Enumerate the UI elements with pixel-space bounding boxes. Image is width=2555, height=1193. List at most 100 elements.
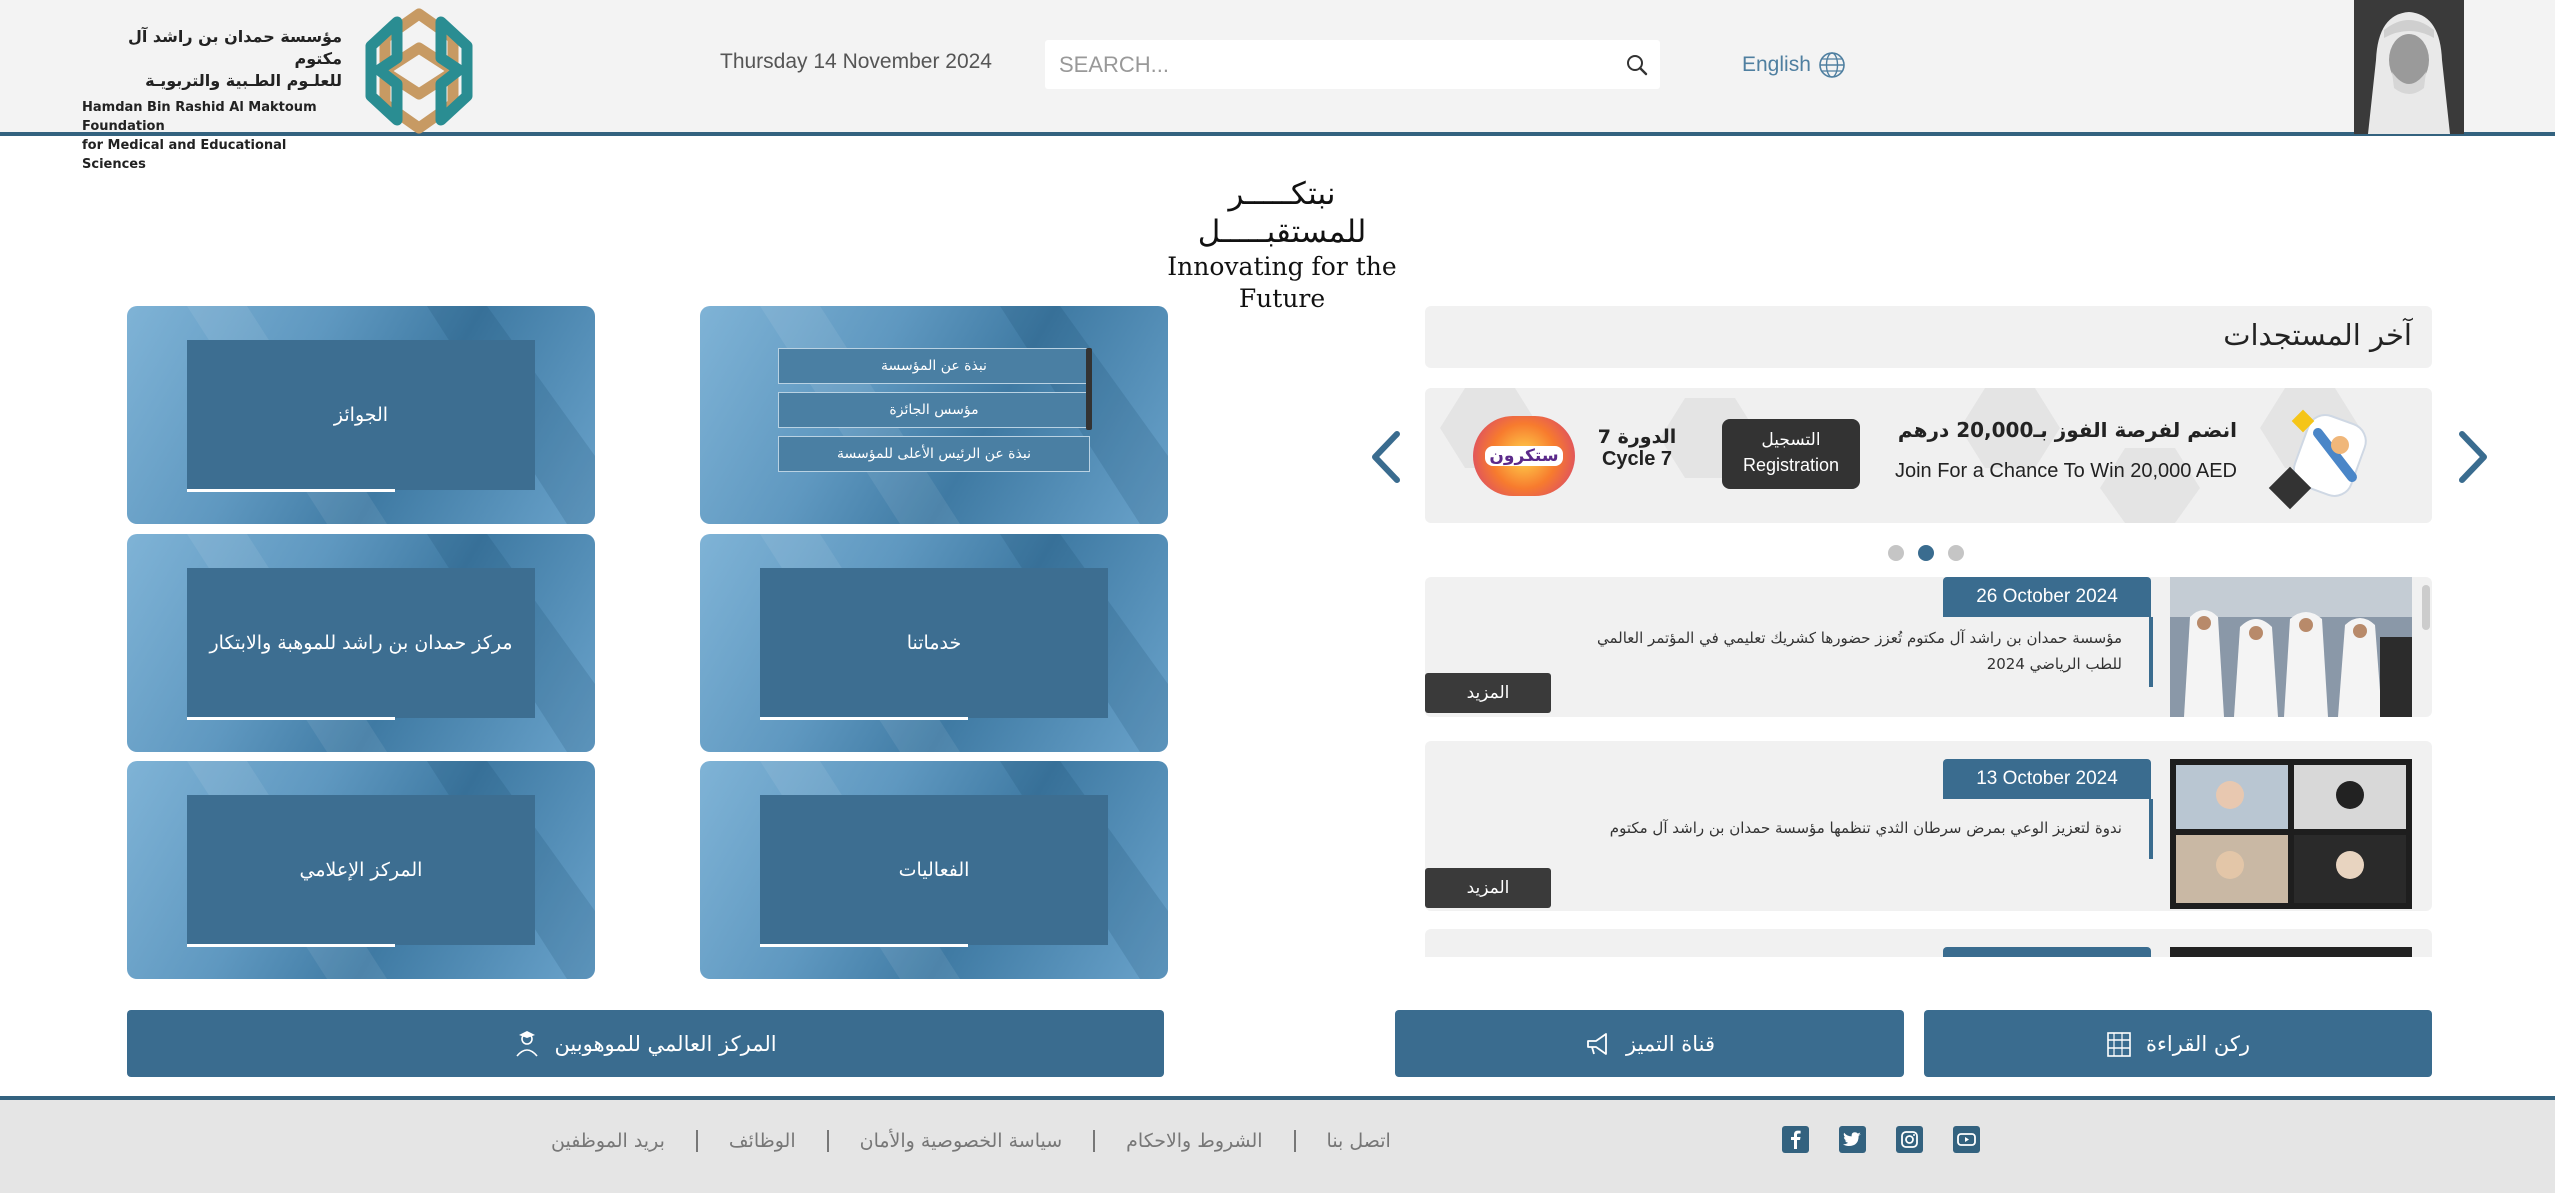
banner-headline-ar: انضم لفرصة الفوز بـ20,000 درهم bbox=[1897, 418, 2237, 442]
carousel-dot[interactable] bbox=[1888, 545, 1904, 561]
tile-talent-panel: مركز حمدان بن راشد للموهبة والابتكار bbox=[187, 568, 535, 720]
news-section-title: آخر المستجدات bbox=[2223, 318, 2412, 352]
footer-link-contact[interactable]: اتصل بنا bbox=[1293, 1130, 1422, 1152]
tile-talent-center[interactable]: مركز حمدان بن راشد للموهبة والابتكار bbox=[127, 534, 595, 752]
language-label: English bbox=[1742, 53, 1811, 76]
footer-link-jobs[interactable]: الوظائف bbox=[695, 1130, 827, 1152]
tile-media-center[interactable]: المركز الإعلامي bbox=[127, 761, 595, 979]
submenu-scrollbar[interactable] bbox=[1086, 348, 1092, 430]
youtube-icon[interactable] bbox=[1953, 1126, 1980, 1153]
news-date-partial bbox=[1943, 947, 2151, 957]
news-date: 26 October 2024 bbox=[1943, 577, 2151, 617]
tile-services[interactable]: خدماتنا bbox=[700, 534, 1168, 752]
banner-register-badge[interactable]: التسجيل Registration bbox=[1722, 419, 1860, 489]
read-more-button[interactable]: المزيد bbox=[1425, 868, 1551, 908]
tile-awards[interactable]: الجوائز bbox=[127, 306, 595, 524]
news-headline: مؤسسة حمدان بن راشد آل مكتوم تُعزز حضوره… bbox=[1596, 629, 2122, 673]
news-item[interactable]: 26 October 2024 مؤسسة حمدان بن راشد آل م… bbox=[1425, 577, 2432, 717]
banner-register-ar: التسجيل bbox=[1761, 430, 1821, 450]
carousel-dot-active[interactable] bbox=[1918, 545, 1934, 561]
search-box bbox=[1045, 40, 1660, 89]
promo-banner[interactable]: انضم لفرصة الفوز بـ20,000 درهم Join For … bbox=[1425, 388, 2432, 523]
news-accent-bar bbox=[2149, 799, 2153, 859]
banner-cycle: الدورة 7 Cycle 7 bbox=[1597, 426, 1677, 471]
news-item-partial[interactable] bbox=[1425, 929, 2432, 957]
current-date: Thursday 14 November 2024 bbox=[720, 50, 992, 73]
carousel-dot[interactable] bbox=[1948, 545, 1964, 561]
logo-en-line2: for Medical and Educational Sciences bbox=[82, 138, 287, 172]
news-thumbnail[interactable] bbox=[2170, 947, 2412, 957]
foundation-logo[interactable]: مؤسسة حمدان بن راشد آل مكتوم للعلـوم الط… bbox=[82, 8, 492, 172]
tile-events[interactable]: الفعاليات bbox=[700, 761, 1168, 979]
about-item-foundation[interactable]: نبذة عن المؤسسة bbox=[778, 348, 1090, 384]
logo-ar-line1: مؤسسة حمدان بن راشد آل مكتوم bbox=[127, 27, 342, 68]
tile-talent-label: مركز حمدان بن راشد للموهبة والابتكار bbox=[209, 632, 513, 654]
search-icon[interactable] bbox=[1624, 52, 1650, 78]
site-header: مؤسسة حمدان بن راشد آل مكتوم للعلـوم الط… bbox=[0, 0, 2555, 172]
footer-links: اتصل بنا الشروط والاحكام سياسة الخصوصية … bbox=[520, 1130, 1422, 1152]
search-input[interactable] bbox=[1059, 40, 1599, 89]
banner-cycle-ar: الدورة 7 bbox=[1597, 426, 1677, 448]
reading-corner-label: ركن القراءة bbox=[2146, 1031, 2250, 1056]
news-accent-bar bbox=[2149, 617, 2153, 687]
logo-text: مؤسسة حمدان بن راشد آل مكتوم للعلـوم الط… bbox=[82, 26, 342, 174]
about-item-founder[interactable]: مؤسس الجائزة bbox=[778, 392, 1090, 428]
globe-icon bbox=[1819, 52, 1845, 78]
foundation-emblem-icon bbox=[365, 8, 473, 134]
tile-about: نبذة عن المؤسسة مؤسس الجائزة نبذة عن الر… bbox=[700, 306, 1168, 524]
tile-underline bbox=[187, 944, 395, 947]
footer-link-staff-mail[interactable]: بريد الموظفين bbox=[520, 1130, 696, 1152]
news-thumbnail[interactable] bbox=[2170, 577, 2412, 717]
reading-corner-button[interactable]: ركن القراءة bbox=[1924, 1010, 2432, 1077]
footer-link-terms[interactable]: الشروط والاحكام bbox=[1093, 1130, 1293, 1152]
tile-media-label: المركز الإعلامي bbox=[299, 859, 423, 881]
facebook-icon[interactable] bbox=[1782, 1126, 1809, 1153]
read-more-button[interactable]: المزيد bbox=[1425, 673, 1551, 713]
excellence-channel-button[interactable]: قناة التميز bbox=[1395, 1010, 1904, 1077]
news-item[interactable]: 13 October 2024 ندوة لتعزيز الوعي بمرض س… bbox=[1425, 741, 2432, 911]
leader-portrait bbox=[2354, 0, 2464, 134]
tile-underline bbox=[187, 489, 395, 492]
tile-underline bbox=[760, 717, 968, 720]
gifted-center-button[interactable]: المركز العالمي للموهوبين bbox=[127, 1010, 1164, 1077]
excellence-channel-label: قناة التميز bbox=[1625, 1031, 1716, 1056]
site-footer: اتصل بنا الشروط والاحكام سياسة الخصوصية … bbox=[0, 1096, 2555, 1193]
brand-logo-text: ستكرون bbox=[1485, 446, 1563, 466]
slogan-english: Innovating for the Future bbox=[1167, 252, 1397, 313]
news-title-bar: آخر المستجدات bbox=[1425, 306, 2432, 368]
news-thumbnail[interactable] bbox=[2170, 759, 2412, 909]
tile-awards-label: الجوائز bbox=[333, 404, 389, 426]
slogan-arabic: نبتكـــــر للمستقبـــــل bbox=[1197, 176, 1367, 250]
footer-link-privacy[interactable]: سياسة الخصوصية والأمان bbox=[826, 1130, 1094, 1152]
tile-awards-panel: الجوائز bbox=[187, 340, 535, 492]
tile-underline bbox=[760, 944, 968, 947]
twitter-icon[interactable] bbox=[1839, 1126, 1866, 1153]
carousel-next-arrow-icon[interactable] bbox=[2452, 430, 2492, 484]
tile-underline bbox=[187, 717, 395, 720]
tile-media-panel: المركز الإعلامي bbox=[187, 795, 535, 947]
tile-events-panel: الفعاليات bbox=[760, 795, 1108, 947]
tile-services-panel: خدماتنا bbox=[760, 568, 1108, 720]
carousel-prev-arrow-icon[interactable] bbox=[1367, 430, 1407, 484]
banner-cycle-en: Cycle 7 bbox=[1601, 448, 1673, 470]
tile-events-label: الفعاليات bbox=[898, 859, 970, 881]
gifted-center-label: المركز العالمي للموهوبين bbox=[554, 1031, 777, 1056]
slogan: نبتكـــــر للمستقبـــــل Innovating for … bbox=[1147, 175, 1417, 315]
banner-headline-en: Join For a Chance To Win 20,000 AED bbox=[1894, 460, 2237, 482]
news-scrollbar[interactable] bbox=[2422, 585, 2430, 630]
tile-services-label: خدماتنا bbox=[906, 632, 962, 654]
news-headline: ندوة لتعزيز الوعي بمرض سرطان الثدي تنظمه… bbox=[1609, 819, 2122, 837]
social-links bbox=[1782, 1126, 1980, 1153]
news-date: 13 October 2024 bbox=[1943, 759, 2151, 799]
carousel-dots bbox=[1888, 545, 1964, 561]
megaphone-icon bbox=[1587, 1032, 1607, 1055]
instagram-icon[interactable] bbox=[1896, 1126, 1923, 1153]
about-item-chairman[interactable]: نبذة عن الرئيس الأعلى للمؤسسة bbox=[778, 436, 1090, 472]
brand-logo: ستكرون bbox=[1473, 416, 1575, 496]
about-submenu: نبذة عن المؤسسة مؤسس الجائزة نبذة عن الر… bbox=[778, 348, 1092, 480]
language-switch[interactable]: English bbox=[1742, 50, 1847, 80]
banner-background bbox=[1440, 388, 2367, 523]
graduate-icon bbox=[516, 1030, 539, 1057]
banner-register-en: Registration bbox=[1742, 455, 1840, 475]
logo-en-line1: Hamdan Bin Rashid Al Maktoum Foundation bbox=[82, 100, 317, 134]
